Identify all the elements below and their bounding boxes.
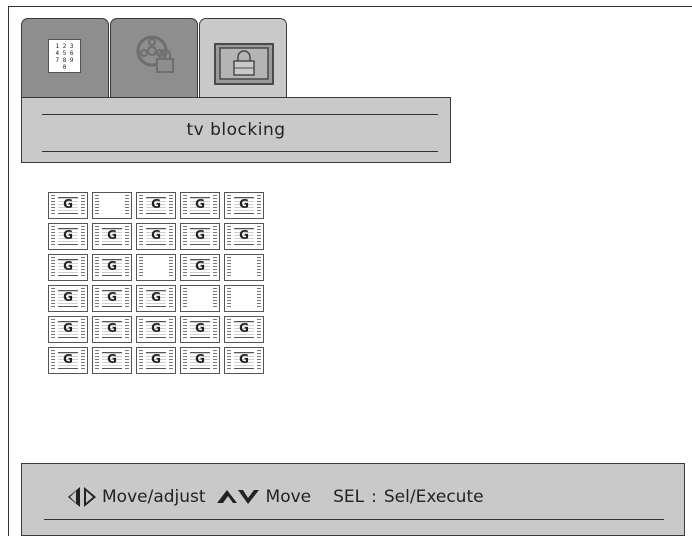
help-bar: Move/adjust Move SEL : Sel/Execute [21,463,685,536]
rating-letter: G [63,228,73,242]
rating-cell[interactable]: G [92,347,132,374]
rating-cell[interactable]: G [136,285,176,312]
sel-action-label: Sel/Execute [383,487,484,507]
title-panel: tv blocking [21,97,451,163]
rating-letter: G [239,352,249,366]
rating-letter: G [195,352,205,366]
rating-cell[interactable]: G [48,223,88,250]
divider [44,519,664,520]
page-title: tv blocking [186,120,286,140]
cell-stripes [139,257,143,278]
cell-stripes [257,257,261,278]
rating-cell[interactable] [92,192,132,219]
rating-cell[interactable]: G [136,347,176,374]
tab-tv[interactable] [199,18,287,98]
rating-letter: G [107,259,117,273]
keypad-row: 0 [62,64,67,71]
cell-stripes [227,288,231,309]
sel-key-label: SEL [333,487,365,507]
rating-cell[interactable]: G [92,223,132,250]
divider [42,114,438,115]
rating-letter: G [151,290,161,304]
rating-cell[interactable] [224,285,264,312]
rating-cell[interactable]: G [48,254,88,281]
rating-cell[interactable]: G [180,254,220,281]
rating-letter: G [63,352,73,366]
rating-cell[interactable]: G [224,192,264,219]
cell-stripes [125,195,129,216]
cell-stripes [183,288,187,309]
keypad-row: 7 8 9 [55,57,74,64]
rating-cell[interactable]: G [92,254,132,281]
divider [42,151,438,152]
help-row: Move/adjust Move SEL : Sel/Execute [66,484,484,510]
rating-letter: G [239,321,249,335]
rating-cell[interactable]: G [224,223,264,250]
cell-stripes [257,288,261,309]
rating-letter: G [107,290,117,304]
rating-cell[interactable]: G [180,223,220,250]
rating-cell[interactable]: G [48,347,88,374]
rating-cell[interactable] [136,254,176,281]
up-down-arrows-icon [216,490,259,504]
rating-cell[interactable]: G [92,316,132,343]
cell-stripes [169,257,173,278]
rating-letter: G [239,228,249,242]
rating-letter: G [195,321,205,335]
rating-cell[interactable]: G [48,192,88,219]
rating-letter: G [151,197,161,211]
keypad-row: 1 2 3 [55,43,74,50]
separator: : [371,487,377,507]
move-adjust-label: Move/adjust [102,487,206,507]
cell-stripes [227,257,231,278]
rating-cell[interactable] [224,254,264,281]
rating-letter: G [63,197,73,211]
rating-cell[interactable]: G [48,316,88,343]
rating-cell[interactable]: G [180,192,220,219]
rating-letter: G [151,321,161,335]
tab-channel-numbers[interactable]: 1 2 3 4 5 6 7 8 9 0 [21,18,109,98]
tab-movie[interactable] [110,18,198,98]
rating-cell[interactable]: G [180,347,220,374]
rating-cell[interactable]: G [48,285,88,312]
left-right-arrows-icon [68,487,96,507]
rating-cell[interactable] [180,285,220,312]
film-reel-lock-icon [136,35,174,73]
rating-grid: G G G G G G G G G G G G G G G G G G G G G G G G G [48,192,264,374]
rating-cell[interactable]: G [136,192,176,219]
rating-letter: G [63,321,73,335]
rating-letter: G [107,352,117,366]
rating-letter: G [63,259,73,273]
keypad-row: 4 5 6 [55,50,74,57]
rating-cell[interactable]: G [224,347,264,374]
rating-cell[interactable]: G [136,223,176,250]
rating-letter: G [151,352,161,366]
rating-letter: G [195,197,205,211]
rating-letter: G [195,228,205,242]
cell-stripes [95,195,99,216]
rating-letter: G [151,228,161,242]
rating-letter: G [107,228,117,242]
rating-letter: G [239,197,249,211]
rating-cell[interactable]: G [224,316,264,343]
rating-cell[interactable]: G [180,316,220,343]
rating-cell[interactable]: G [136,316,176,343]
cell-stripes [213,288,217,309]
rating-letter: G [107,321,117,335]
rating-letter: G [195,259,205,273]
tv-lock-icon [214,43,274,85]
keypad-icon: 1 2 3 4 5 6 7 8 9 0 [48,39,81,73]
move-label: Move [265,487,312,507]
rating-letter: G [63,290,73,304]
rating-cell[interactable]: G [92,285,132,312]
